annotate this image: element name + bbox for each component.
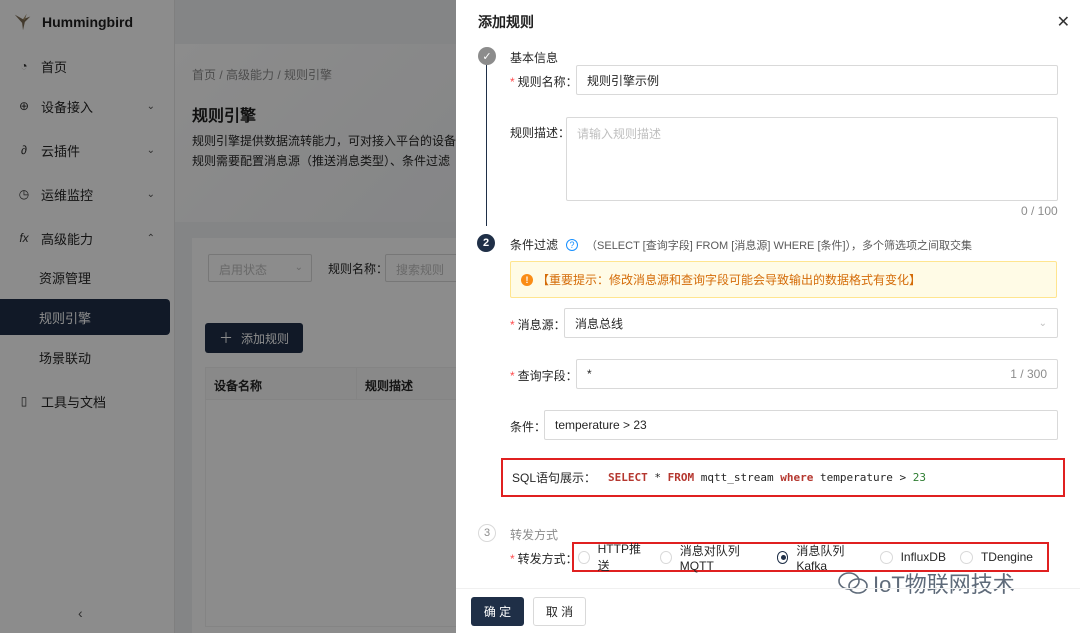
desc-char-counter: 0 / 100 xyxy=(1021,204,1058,218)
radio-label: HTTP推送 xyxy=(597,542,641,573)
radio-circle-selected xyxy=(776,550,789,564)
message-source-select[interactable]: 消息总线 ⌄ xyxy=(564,308,1058,338)
sql-keyword: where xyxy=(780,471,814,484)
confirm-button[interactable]: 确 定 xyxy=(471,597,524,626)
radio-circle xyxy=(879,550,893,564)
sql-format-hint: （SELECT [查询字段] FROM [消息源] WHERE [条件]），多个… xyxy=(586,239,973,252)
radio-tdengine[interactable]: TDengine xyxy=(959,550,1033,564)
radio-mqtt[interactable]: 消息对队列MQTT xyxy=(660,542,763,573)
rule-name-label-text: 规则名称： xyxy=(517,75,578,89)
step-title-condition-filter: 条件过滤 ? （SELECT [查询字段] FROM [消息源] WHERE [… xyxy=(510,236,972,253)
warning-alert: ! 【重要提示：修改消息源和查询字段可能会导致输出的数据格式有变化】 xyxy=(510,261,1057,298)
rule-name-label: * 规则名称： xyxy=(510,73,578,90)
sql-token: temperature > xyxy=(813,471,913,484)
sql-preview-label: SQL语句展示： xyxy=(512,471,597,485)
required-mark: * xyxy=(510,552,515,566)
cancel-button[interactable]: 取 消 xyxy=(533,597,586,626)
step-title-text: 条件过滤 xyxy=(510,238,559,252)
add-rule-drawer: 添加规则 ✕ ✓ 基本信息 * 规则名称： 规则引擎示例 规则描述： 请输入规则描… xyxy=(456,0,1080,633)
step-number-2: 2 xyxy=(477,234,495,252)
sql-token: mqtt_stream xyxy=(694,471,781,484)
required-mark: * xyxy=(510,318,515,332)
required-mark: * xyxy=(510,75,515,89)
chevron-down-icon: ⌄ xyxy=(1038,317,1047,329)
help-icon[interactable]: ? xyxy=(566,238,579,251)
sql-number: 23 xyxy=(912,471,926,484)
sql-keyword: SELECT xyxy=(608,471,648,484)
radio-http[interactable]: HTTP推送 xyxy=(578,540,646,574)
close-icon[interactable]: ✕ xyxy=(1057,12,1070,32)
rule-desc-placeholder: 请输入规则描述 xyxy=(577,127,662,141)
step-number-3: 3 xyxy=(478,524,496,542)
radio-label: InfluxDB xyxy=(900,550,946,564)
required-mark: * xyxy=(510,369,515,383)
drawer-title: 添加规则 xyxy=(478,14,534,30)
query-fields-input[interactable]: * 1 / 300 xyxy=(576,359,1058,389)
rule-desc-textarea[interactable]: 请输入规则描述 xyxy=(566,117,1058,201)
fields-char-counter: 1 / 300 xyxy=(1010,367,1047,381)
query-fields-label-text: 查询字段： xyxy=(517,369,578,383)
forward-method-label: * 转发方式： xyxy=(510,550,578,567)
query-fields-label: * 查询字段： xyxy=(510,367,578,384)
forward-method-label-text: 转发方式： xyxy=(517,552,578,566)
rule-name-value: 规则引擎示例 xyxy=(587,73,660,88)
sql-keyword: FROM xyxy=(667,471,695,484)
step-connector xyxy=(486,64,487,226)
warning-icon: ! xyxy=(521,273,533,286)
rule-desc-label: 规则描述： xyxy=(510,126,571,140)
condition-value: temperature > 23 xyxy=(555,418,647,432)
condition-input[interactable]: temperature > 23 xyxy=(544,410,1058,440)
query-fields-value: * xyxy=(587,367,592,381)
radio-label: 消息对队列MQTT xyxy=(679,543,740,573)
radio-circle xyxy=(959,550,973,564)
step-title-forward-method: 转发方式 xyxy=(510,528,559,542)
radio-influxdb[interactable]: InfluxDB xyxy=(879,550,946,564)
radio-circle xyxy=(578,550,590,564)
sql-token: * xyxy=(647,471,668,484)
rule-name-input[interactable]: 规则引擎示例 xyxy=(576,65,1058,95)
step-title-basic-info: 基本信息 xyxy=(510,51,559,65)
sql-preview: SQL语句展示： SELECT * FROM mqtt_stream where… xyxy=(501,458,1065,497)
warning-text: 【重要提示：修改消息源和查询字段可能会导致输出的数据格式有变化】 xyxy=(537,273,922,287)
message-source-label-text: 消息源： xyxy=(517,318,566,332)
step-complete-check-icon: ✓ xyxy=(478,47,496,65)
message-source-label: * 消息源： xyxy=(510,316,566,333)
drawer-footer: 确 定 取 消 xyxy=(456,588,1080,633)
condition-label: 条件： xyxy=(510,420,547,434)
radio-circle xyxy=(660,550,672,564)
sql-statement: SELECT * FROM mqtt_stream where temperat… xyxy=(608,471,926,484)
message-source-value: 消息总线 xyxy=(575,316,624,331)
radio-label: TDengine xyxy=(980,550,1033,564)
